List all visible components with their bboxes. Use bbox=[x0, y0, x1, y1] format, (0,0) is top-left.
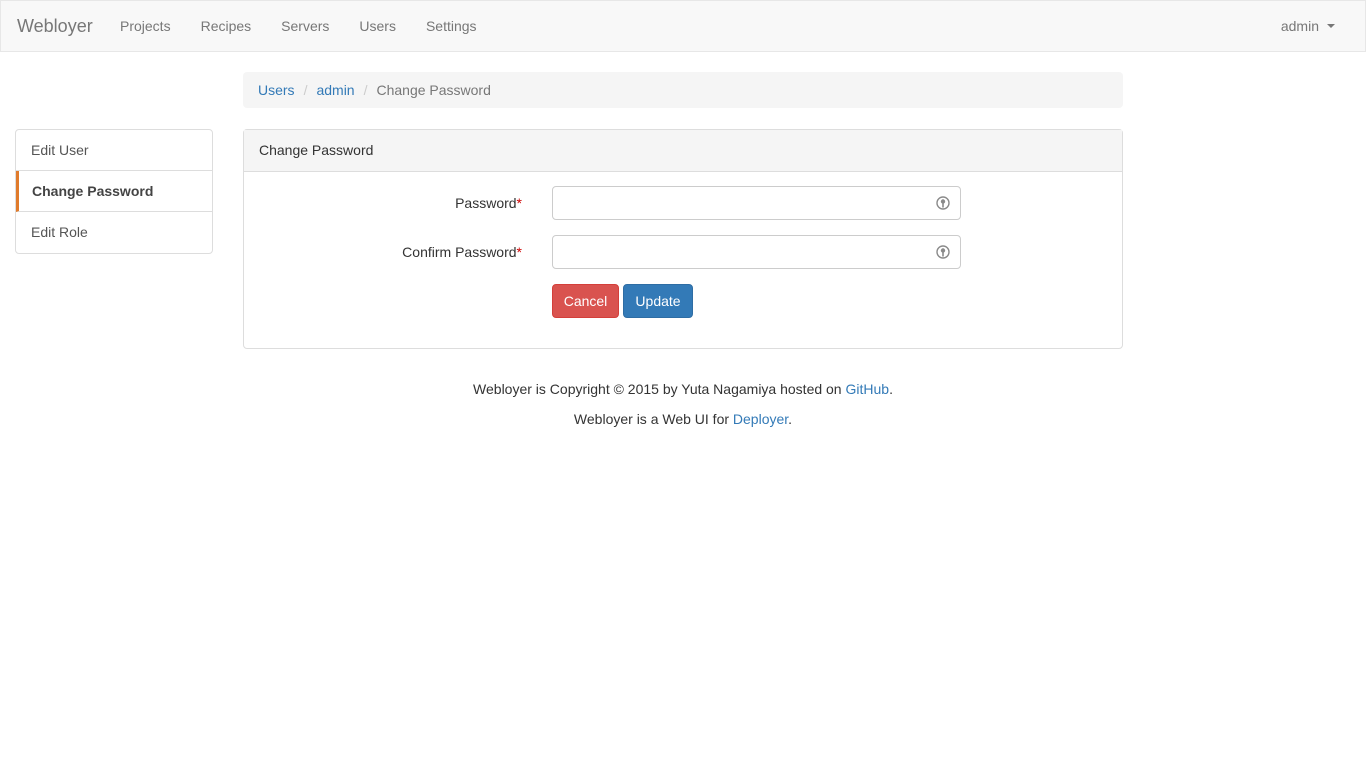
nav-users[interactable]: Users bbox=[359, 18, 396, 34]
footer-period: . bbox=[788, 411, 793, 427]
key-icon[interactable] bbox=[936, 245, 950, 259]
deployer-link[interactable]: Deployer bbox=[733, 411, 788, 427]
breadcrumb-separator: / bbox=[303, 82, 308, 98]
password-field[interactable] bbox=[552, 186, 961, 220]
top-navbar: Webloyer Projects Recipes Servers Users … bbox=[0, 0, 1366, 52]
cancel-button[interactable]: Cancel bbox=[552, 284, 619, 318]
confirm-password-label-text: Confirm Password bbox=[402, 244, 517, 260]
caret-down-icon bbox=[1327, 24, 1335, 28]
sidebar-item-edit-user[interactable]: Edit User bbox=[16, 130, 212, 171]
user-menu-label: admin bbox=[1280, 18, 1319, 34]
nav-recipes[interactable]: Recipes bbox=[201, 18, 252, 34]
footer-period: . bbox=[889, 381, 893, 397]
panel-title: Change Password bbox=[244, 130, 1122, 172]
password-label: Password* bbox=[455, 195, 522, 211]
change-password-panel: Change Password Password* Confirm Passwo… bbox=[243, 129, 1123, 349]
key-icon[interactable] bbox=[936, 196, 950, 210]
breadcrumb-separator: / bbox=[363, 82, 368, 98]
brand-logo[interactable]: Webloyer bbox=[17, 16, 93, 37]
sidebar-item-edit-role[interactable]: Edit Role bbox=[16, 212, 212, 253]
breadcrumb: Users / admin / Change Password bbox=[243, 72, 1123, 108]
breadcrumb-users-link[interactable]: Users bbox=[258, 82, 295, 98]
required-mark: * bbox=[516, 195, 522, 211]
confirm-password-input[interactable] bbox=[553, 236, 960, 268]
breadcrumb-current: Change Password bbox=[376, 82, 491, 98]
sidebar-item-change-password[interactable]: Change Password bbox=[16, 171, 212, 212]
footer-copyright: Webloyer is Copyright © 2015 by Yuta Nag… bbox=[0, 381, 1366, 397]
confirm-password-field[interactable] bbox=[552, 235, 961, 269]
update-button[interactable]: Update bbox=[623, 284, 693, 318]
confirm-password-label: Confirm Password* bbox=[402, 244, 522, 260]
password-label-text: Password bbox=[455, 195, 517, 211]
main-nav: Projects Recipes Servers Users Settings bbox=[120, 18, 507, 34]
footer-about-text: Webloyer is a Web UI for bbox=[573, 411, 733, 427]
sidebar-item-label: Edit Role bbox=[31, 224, 88, 240]
nav-projects[interactable]: Projects bbox=[120, 18, 171, 34]
required-mark: * bbox=[516, 244, 522, 260]
breadcrumb-admin-link[interactable]: admin bbox=[316, 82, 354, 98]
user-menu-dropdown[interactable]: admin bbox=[1281, 18, 1335, 34]
github-link[interactable]: GitHub bbox=[846, 381, 890, 397]
sidebar-item-label: Change Password bbox=[32, 183, 154, 199]
footer-about: Webloyer is a Web UI for Deployer. bbox=[0, 411, 1366, 427]
nav-settings[interactable]: Settings bbox=[426, 18, 477, 34]
password-input[interactable] bbox=[553, 187, 960, 219]
nav-servers[interactable]: Servers bbox=[281, 18, 329, 34]
sidebar-item-label: Edit User bbox=[31, 142, 89, 158]
user-settings-sidebar: Edit User Change Password Edit Role bbox=[15, 129, 213, 254]
footer-copyright-text: Webloyer is Copyright © 2015 by Yuta Nag… bbox=[473, 381, 846, 397]
